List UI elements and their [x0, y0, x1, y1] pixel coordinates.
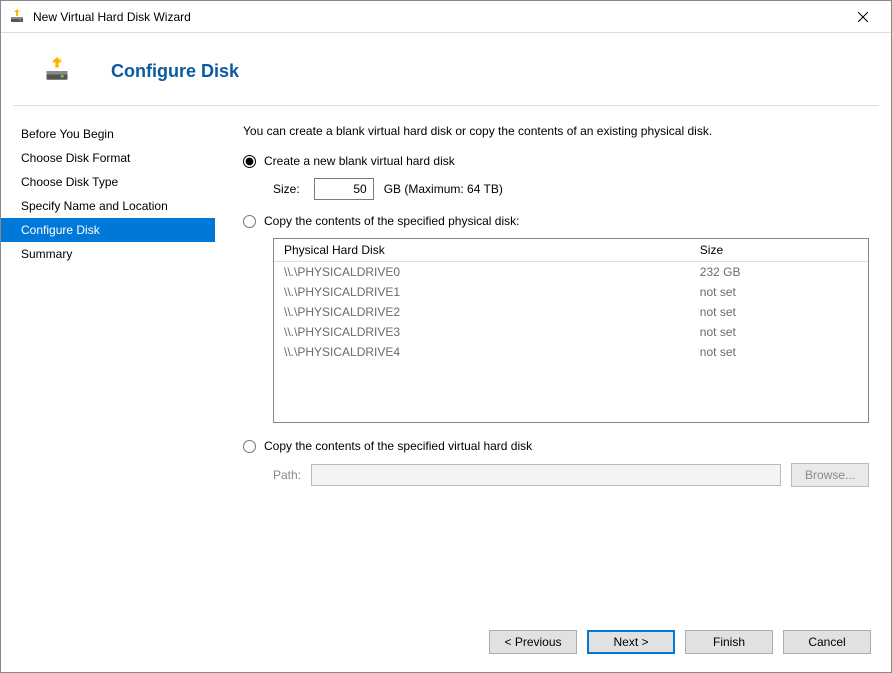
radio-copy-virtual[interactable]	[243, 440, 256, 453]
physical-disk-rows: \\.\PHYSICALDRIVE0232 GB \\.\PHYSICALDRI…	[274, 262, 868, 423]
path-row: Path: Browse...	[273, 463, 869, 487]
sidebar-item-configure-disk[interactable]: Configure Disk	[1, 218, 215, 242]
path-input	[311, 464, 781, 486]
sidebar-item-specify-name-location[interactable]: Specify Name and Location	[1, 194, 215, 218]
close-button[interactable]	[843, 2, 883, 32]
page-title: Configure Disk	[111, 61, 239, 82]
size-label: Size:	[273, 182, 300, 196]
radio-create-blank[interactable]	[243, 155, 256, 168]
cell-disk: \\.\PHYSICALDRIVE3	[274, 322, 690, 342]
cell-disk: \\.\PHYSICALDRIVE1	[274, 282, 690, 302]
sidebar-item-summary[interactable]: Summary	[1, 242, 215, 266]
table-row[interactable]: \\.\PHYSICALDRIVE4not set	[274, 342, 868, 362]
cell-disk: \\.\PHYSICALDRIVE2	[274, 302, 690, 322]
radio-create-blank-label: Create a new blank virtual hard disk	[264, 154, 455, 168]
intro-text: You can create a blank virtual hard disk…	[243, 124, 869, 138]
next-button[interactable]: Next >	[587, 630, 675, 654]
cell-disk: \\.\PHYSICALDRIVE0	[274, 262, 690, 283]
physical-disk-table-wrap: Physical Hard Disk Size \\.\PHYSICALDRIV…	[273, 238, 869, 423]
size-input[interactable]	[314, 178, 374, 200]
previous-button[interactable]: < Previous	[489, 630, 577, 654]
cell-size: not set	[690, 282, 868, 302]
radio-copy-physical[interactable]	[243, 215, 256, 228]
hard-disk-icon	[43, 57, 71, 85]
radio-copy-virtual-label: Copy the contents of the specified virtu…	[264, 439, 532, 453]
cell-size: not set	[690, 342, 868, 362]
browse-button: Browse...	[791, 463, 869, 487]
content-area: Before You Begin Choose Disk Format Choo…	[1, 106, 891, 616]
option-virtual-row: Copy the contents of the specified virtu…	[243, 439, 869, 453]
column-header-size[interactable]: Size	[690, 239, 868, 262]
column-header-disk[interactable]: Physical Hard Disk	[274, 239, 690, 262]
main-panel: You can create a blank virtual hard disk…	[215, 118, 875, 616]
size-row: Size: GB (Maximum: 64 TB)	[273, 178, 869, 200]
table-row[interactable]: \\.\PHYSICALDRIVE2not set	[274, 302, 868, 322]
sidebar-item-choose-disk-type[interactable]: Choose Disk Type	[1, 170, 215, 194]
hard-disk-icon	[9, 9, 25, 25]
table-row[interactable]: \\.\PHYSICALDRIVE3not set	[274, 322, 868, 342]
window-title: New Virtual Hard Disk Wizard	[33, 10, 843, 24]
table-row[interactable]: \\.\PHYSICALDRIVE0232 GB	[274, 262, 868, 283]
cell-size: 232 GB	[690, 262, 868, 283]
wizard-header: Configure Disk	[1, 33, 891, 105]
cancel-button[interactable]: Cancel	[783, 630, 871, 654]
wizard-window: New Virtual Hard Disk Wizard Configure D…	[0, 0, 892, 673]
sidebar-item-choose-disk-format[interactable]: Choose Disk Format	[1, 146, 215, 170]
titlebar: New Virtual Hard Disk Wizard	[1, 1, 891, 33]
finish-button[interactable]: Finish	[685, 630, 773, 654]
table-row[interactable]: \\.\PHYSICALDRIVE1not set	[274, 282, 868, 302]
size-suffix: GB (Maximum: 64 TB)	[384, 182, 503, 196]
radio-copy-physical-label: Copy the contents of the specified physi…	[264, 214, 519, 228]
option-blank-row: Create a new blank virtual hard disk	[243, 154, 869, 168]
option-physical-row: Copy the contents of the specified physi…	[243, 214, 869, 228]
cell-size: not set	[690, 302, 868, 322]
sidebar-item-before-you-begin[interactable]: Before You Begin	[1, 122, 215, 146]
cell-disk: \\.\PHYSICALDRIVE4	[274, 342, 690, 362]
path-label: Path:	[273, 468, 301, 482]
footer-buttons: < Previous Next > Finish Cancel	[1, 616, 891, 672]
cell-size: not set	[690, 322, 868, 342]
wizard-steps-sidebar: Before You Begin Choose Disk Format Choo…	[1, 118, 215, 616]
physical-disk-table: Physical Hard Disk Size \\.\PHYSICALDRIV…	[274, 239, 868, 422]
